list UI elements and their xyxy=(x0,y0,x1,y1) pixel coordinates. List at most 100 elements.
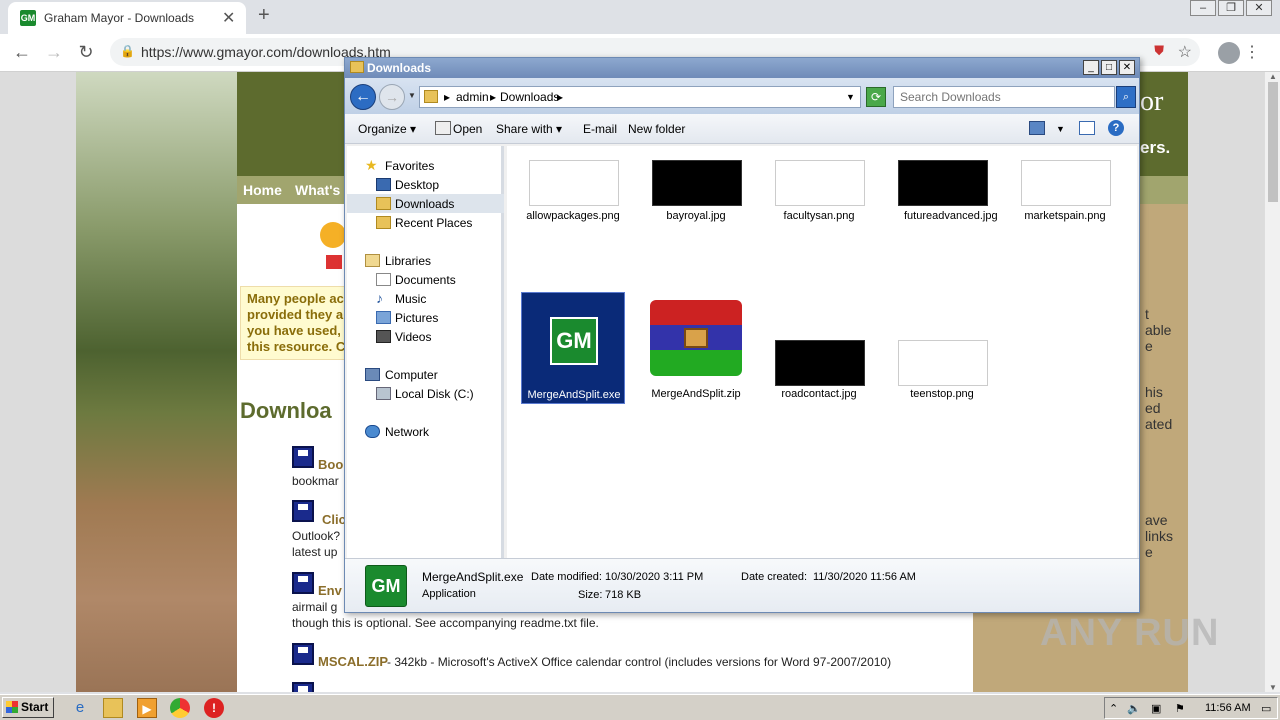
file-item[interactable]: teenstop.png xyxy=(890,292,994,404)
download-desc: Outlook? xyxy=(292,529,341,543)
nav-libraries[interactable]: Libraries xyxy=(347,251,504,270)
search-icon[interactable]: ⌕ xyxy=(1116,86,1136,108)
flag-icon[interactable]: ⚑ xyxy=(1175,702,1185,715)
nav-downloads[interactable]: Downloads xyxy=(347,194,504,213)
back-icon[interactable]: ← xyxy=(12,42,32,63)
recent-places-icon xyxy=(376,216,391,229)
scroll-thumb[interactable] xyxy=(1268,82,1278,202)
download-link[interactable]: Boo xyxy=(318,457,343,472)
file-item[interactable]: bayroyal.jpg xyxy=(644,152,748,264)
side-text: ated xyxy=(1145,416,1173,432)
favicon: GM xyxy=(20,10,36,26)
lock-icon: 🔒 xyxy=(120,44,135,58)
nav-music[interactable]: ♪ Music xyxy=(347,289,504,308)
volume-icon[interactable]: 🔈 xyxy=(1127,702,1141,715)
new-folder-button[interactable]: New folder xyxy=(628,122,685,136)
desktop-icon xyxy=(376,178,391,191)
detail-modified-label: Date modified: xyxy=(531,571,602,583)
help-icon[interactable]: ? xyxy=(1108,120,1124,136)
file-item[interactable]: roadcontact.jpg xyxy=(767,292,871,404)
restore-button[interactable]: ❐ xyxy=(1218,0,1244,16)
download-link[interactable]: Clic xyxy=(322,512,346,527)
image-thumbnail xyxy=(775,160,865,206)
antivirus-icon[interactable]: ! xyxy=(204,698,224,718)
start-button[interactable]: Start xyxy=(2,697,54,718)
clock[interactable]: 11:56 AM xyxy=(1205,702,1251,714)
donate-button[interactable] xyxy=(320,222,346,248)
nav-documents[interactable]: Documents xyxy=(347,270,504,289)
bookmark-star-icon[interactable]: ☆ xyxy=(1178,42,1192,62)
new-tab-icon[interactable]: + xyxy=(258,4,270,27)
disk-icon xyxy=(376,387,391,400)
menu-icon[interactable]: ⋮ xyxy=(1244,42,1260,62)
nav-desktop[interactable]: Desktop xyxy=(347,175,504,194)
music-icon: ♪ xyxy=(376,290,383,306)
preview-pane-icon[interactable] xyxy=(1079,121,1095,135)
chevron-right-icon[interactable]: ▸ xyxy=(444,90,450,104)
scroll-up-icon[interactable]: ▲ xyxy=(1269,72,1277,81)
file-list: allowpackages.png bayroyal.jpg facultysa… xyxy=(507,146,1137,558)
nav-whats-link[interactable]: What's xyxy=(295,182,340,198)
chevron-down-icon[interactable]: ▼ xyxy=(408,91,416,100)
explorer-titlebar[interactable]: Downloads _ □ ✕ xyxy=(345,58,1139,78)
maximize-button[interactable]: □ xyxy=(1101,60,1117,75)
minimize-button[interactable]: _ xyxy=(1083,60,1099,75)
chevron-right-icon[interactable]: ▸ xyxy=(490,90,496,104)
breadcrumb[interactable]: ▸ admin ▸ Downloads ▸ ▼ xyxy=(419,86,861,108)
share-button[interactable]: Share with ▾ xyxy=(496,122,562,136)
side-text: links xyxy=(1145,528,1174,544)
search-input[interactable] xyxy=(894,87,1114,107)
media-player-icon[interactable]: ▶ xyxy=(137,698,157,718)
ie-icon[interactable]: e xyxy=(70,698,90,718)
email-button[interactable]: E-mail xyxy=(583,122,617,136)
blocked-icon[interactable]: ⛊ xyxy=(1154,43,1164,59)
image-thumbnail xyxy=(1021,160,1111,206)
file-item[interactable]: marketspain.png xyxy=(1013,152,1117,264)
download-link[interactable]: Env xyxy=(318,583,342,598)
forward-icon[interactable]: → xyxy=(44,42,64,63)
minimize-button[interactable]: – xyxy=(1190,0,1216,16)
search-box[interactable] xyxy=(893,86,1115,108)
tray-expand-icon[interactable]: ⌃ xyxy=(1109,702,1118,715)
nav-network[interactable]: Network xyxy=(347,422,504,441)
chevron-down-icon[interactable]: ▼ xyxy=(1056,124,1065,134)
back-icon[interactable]: ← xyxy=(350,84,376,110)
tab-close-icon[interactable]: ✕ xyxy=(222,8,235,28)
show-desktop-icon[interactable]: ▭ xyxy=(1261,702,1271,715)
nav-pictures[interactable]: Pictures xyxy=(347,308,504,327)
scroll-down-icon[interactable]: ▼ xyxy=(1269,683,1277,692)
file-item[interactable]: allowpackages.png xyxy=(521,152,625,264)
browser-tab[interactable]: GM Graham Mayor - Downloads ✕ xyxy=(8,2,246,34)
refresh-icon[interactable]: ⟳ xyxy=(866,87,886,107)
browser-tabbar: GM Graham Mayor - Downloads ✕ + – ❐ ✕ xyxy=(0,0,1280,34)
nav-videos[interactable]: Videos xyxy=(347,327,504,346)
image-thumbnail xyxy=(652,160,742,206)
breadcrumb-admin[interactable]: admin xyxy=(456,90,489,104)
file-item[interactable]: facultysan.png xyxy=(767,152,871,264)
view-icon[interactable] xyxy=(1029,121,1045,135)
reload-icon[interactable]: ↻ xyxy=(76,42,96,63)
nav-recent[interactable]: Recent Places xyxy=(347,213,504,232)
documents-icon xyxy=(376,273,391,286)
open-button[interactable]: Open xyxy=(453,122,482,136)
chevron-right-icon[interactable]: ▸ xyxy=(557,90,563,104)
page-scrollbar[interactable]: ▲ ▼ xyxy=(1264,72,1280,692)
network-icon[interactable]: ▣ xyxy=(1151,702,1161,715)
close-button[interactable]: ✕ xyxy=(1119,60,1135,75)
close-button[interactable]: ✕ xyxy=(1246,0,1272,16)
chrome-icon[interactable] xyxy=(170,698,190,718)
nav-favorites[interactable]: ★ Favorites xyxy=(347,156,504,175)
organize-button[interactable]: Organize ▾ xyxy=(358,122,416,136)
download-link[interactable]: MSCAL.ZIP xyxy=(318,654,388,669)
nav-computer[interactable]: Computer xyxy=(347,365,504,384)
nav-localdisk[interactable]: Local Disk (C:) xyxy=(347,384,504,403)
explorer-taskbar-icon[interactable] xyxy=(103,698,123,718)
breadcrumb-downloads[interactable]: Downloads xyxy=(500,90,559,104)
file-item[interactable]: futureadvanced.jpg xyxy=(890,152,998,264)
profile-avatar[interactable] xyxy=(1218,42,1240,64)
file-item-selected[interactable]: GM MergeAndSplit.exe xyxy=(521,292,625,404)
forward-icon[interactable]: → xyxy=(379,84,405,110)
chevron-down-icon[interactable]: ▼ xyxy=(846,92,855,102)
nav-home-link[interactable]: Home xyxy=(243,182,282,198)
file-item[interactable]: MergeAndSplit.zip xyxy=(644,292,748,404)
